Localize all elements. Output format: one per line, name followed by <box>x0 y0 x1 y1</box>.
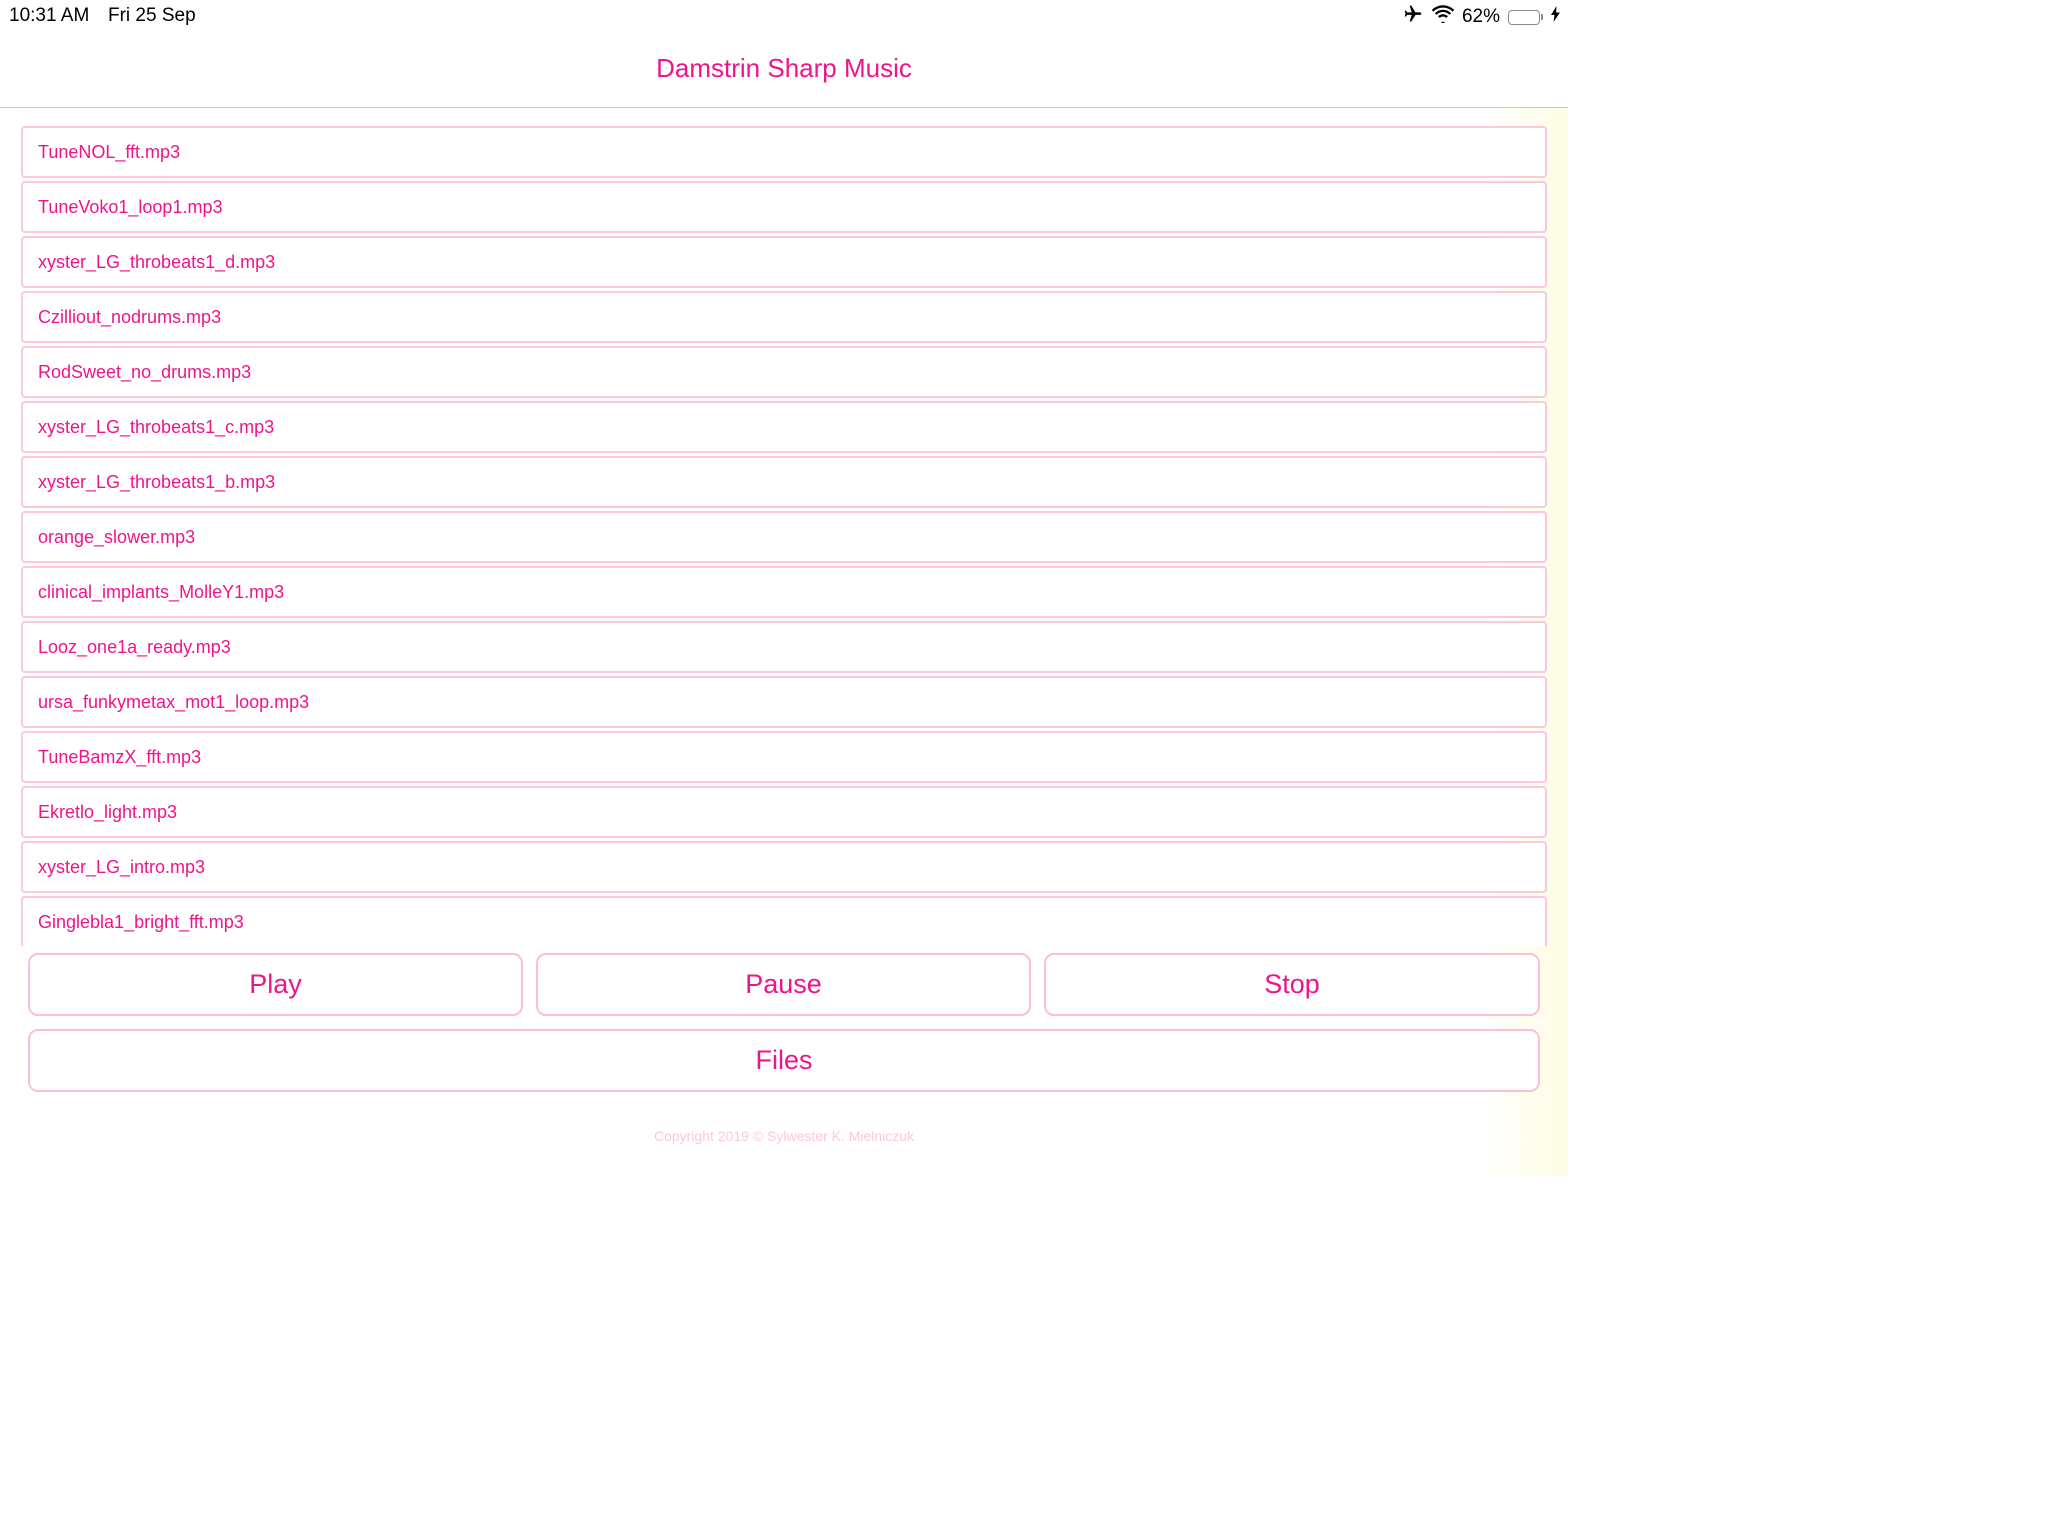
file-list-item[interactable]: Czilliout_nodrums.mp3 <box>21 291 1547 343</box>
stop-button[interactable]: Stop <box>1044 953 1540 1016</box>
file-list-item[interactable]: TuneNOL_fft.mp3 <box>21 126 1547 178</box>
file-list-item[interactable]: RodSweet_no_drums.mp3 <box>21 346 1547 398</box>
file-list-item[interactable]: xyster_LG_intro.mp3 <box>21 841 1547 893</box>
file-list-item[interactable]: orange_slower.mp3 <box>21 511 1547 563</box>
status-bar: 10:31 AM Fri 25 Sep 62% <box>0 0 1568 32</box>
file-list-item[interactable]: Looz_one1a_ready.mp3 <box>21 621 1547 673</box>
file-list-item[interactable]: xyster_LG_throbeats1_d.mp3 <box>21 236 1547 288</box>
status-indicators: 62% <box>1402 4 1560 30</box>
file-list-item[interactable]: xyster_LG_throbeats1_c.mp3 <box>21 401 1547 453</box>
file-list-item[interactable]: Gingleblа1_bright_fft.mp3 <box>21 896 1547 946</box>
status-date: Fri 25 Sep <box>108 5 196 26</box>
play-button[interactable]: Play <box>28 953 523 1016</box>
file-list-item[interactable]: xyster_LG_throbeats1_b.mp3 <box>21 456 1547 508</box>
battery-icon <box>1508 9 1543 25</box>
file-list-item[interactable]: clinical_implants_MolleY1.mp3 <box>21 566 1547 618</box>
charging-icon <box>1551 6 1560 28</box>
status-time: 10:31 AM <box>9 5 90 26</box>
airplane-icon <box>1402 4 1424 30</box>
file-list-item[interactable]: TuneVoko1_loop1.mp3 <box>21 181 1547 233</box>
files-button[interactable]: Files <box>28 1029 1540 1092</box>
battery-percent: 62% <box>1461 6 1500 27</box>
file-list-item[interactable]: ursa_funkymetax_mot1_loop.mp3 <box>21 676 1547 728</box>
page-title: Damstrin Sharp Music <box>656 53 912 83</box>
file-list-item[interactable]: TuneBamzX_fft.mp3 <box>21 731 1547 783</box>
wifi-icon <box>1431 5 1455 29</box>
file-list-item[interactable]: Ekretlo_light.mp3 <box>21 786 1547 838</box>
pause-button[interactable]: Pause <box>536 953 1031 1016</box>
navigation-bar: Damstrin Sharp Music <box>0 32 1568 108</box>
file-list[interactable]: TuneNOL_fft.mp3 TuneVoko1_loop1.mp3 xyster… <box>21 126 1547 946</box>
copyright-footer: Copyright 2019 © Sylwester K. Mielniczuk <box>653 1128 915 1144</box>
